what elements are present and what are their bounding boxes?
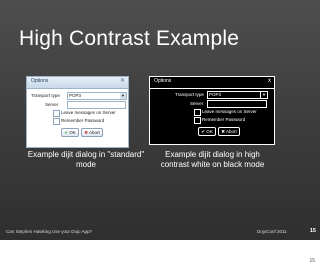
ok-label: OK xyxy=(206,129,213,134)
check-icon: ✔ xyxy=(201,129,205,134)
abort-icon: ✖ xyxy=(84,130,88,135)
transport-value: POP3 xyxy=(209,92,222,97)
dialog-titlebar: Options x xyxy=(150,77,274,89)
check-icon: ✔ xyxy=(64,130,68,135)
leave-messages-checkbox[interactable] xyxy=(194,109,201,116)
close-icon[interactable]: ✕ xyxy=(119,78,126,85)
transport-select[interactable]: POP3 ▼ xyxy=(67,92,127,100)
footer-talk-title: Can Stephen Hawking Use your Dojo App? xyxy=(6,229,93,234)
leave-messages-label: Leave messages on Server xyxy=(202,109,257,114)
dialog-titlebar: Options ✕ xyxy=(27,77,128,89)
close-icon[interactable]: x xyxy=(268,78,271,84)
footer-conference: DojoConf 2011 xyxy=(257,229,287,234)
caption-high-contrast: Example dijit dialog in high contrast wh… xyxy=(160,150,265,169)
abort-icon: ✖ xyxy=(221,129,225,134)
dialog-title: Options xyxy=(154,78,172,84)
remember-password-checkbox[interactable] xyxy=(194,117,201,124)
slide: High Contrast Example Options ✕ Transpor… xyxy=(0,0,320,240)
ok-button[interactable]: ✔ OK xyxy=(61,128,79,137)
server-label: Server xyxy=(45,102,59,107)
server-input[interactable] xyxy=(207,100,267,108)
ok-button[interactable]: ✔ OK xyxy=(198,127,216,136)
ok-label: OK xyxy=(69,130,76,135)
server-input[interactable] xyxy=(67,101,126,109)
chevron-down-icon[interactable]: ▼ xyxy=(120,93,126,99)
remember-password-label: Remember Password xyxy=(202,117,246,122)
dialog-high-contrast: Options x Transport type POP3 ▼ Server L… xyxy=(149,76,275,145)
transport-select[interactable]: POP3 ▼ xyxy=(207,91,268,99)
slide-title: High Contrast Example xyxy=(19,27,240,50)
dialog-title: Options xyxy=(31,78,49,84)
abort-button[interactable]: ✖ Abort xyxy=(218,127,240,136)
leave-messages-label: Leave messages on Server xyxy=(61,110,116,115)
slide-page-number: 15 xyxy=(309,228,316,234)
chevron-down-icon[interactable]: ▼ xyxy=(260,92,267,98)
caption-standard: Example dijit dialog in "standard" mode xyxy=(27,150,145,169)
page-number: 15 xyxy=(309,258,315,264)
leave-messages-checkbox[interactable] xyxy=(53,110,60,117)
remember-password-checkbox[interactable] xyxy=(53,118,60,125)
abort-label: Abort xyxy=(226,129,237,134)
remember-password-label: Remember Password xyxy=(61,118,105,123)
transport-label: Transport type xyxy=(175,92,204,97)
server-label: Server xyxy=(190,101,204,106)
dialog-standard: Options ✕ Transport type POP3 ▼ Server L… xyxy=(26,76,129,148)
transport-value: POP3 xyxy=(69,93,82,98)
abort-button[interactable]: ✖ Abort xyxy=(81,128,103,137)
transport-label: Transport type xyxy=(31,93,60,98)
abort-label: Abort xyxy=(89,130,100,135)
